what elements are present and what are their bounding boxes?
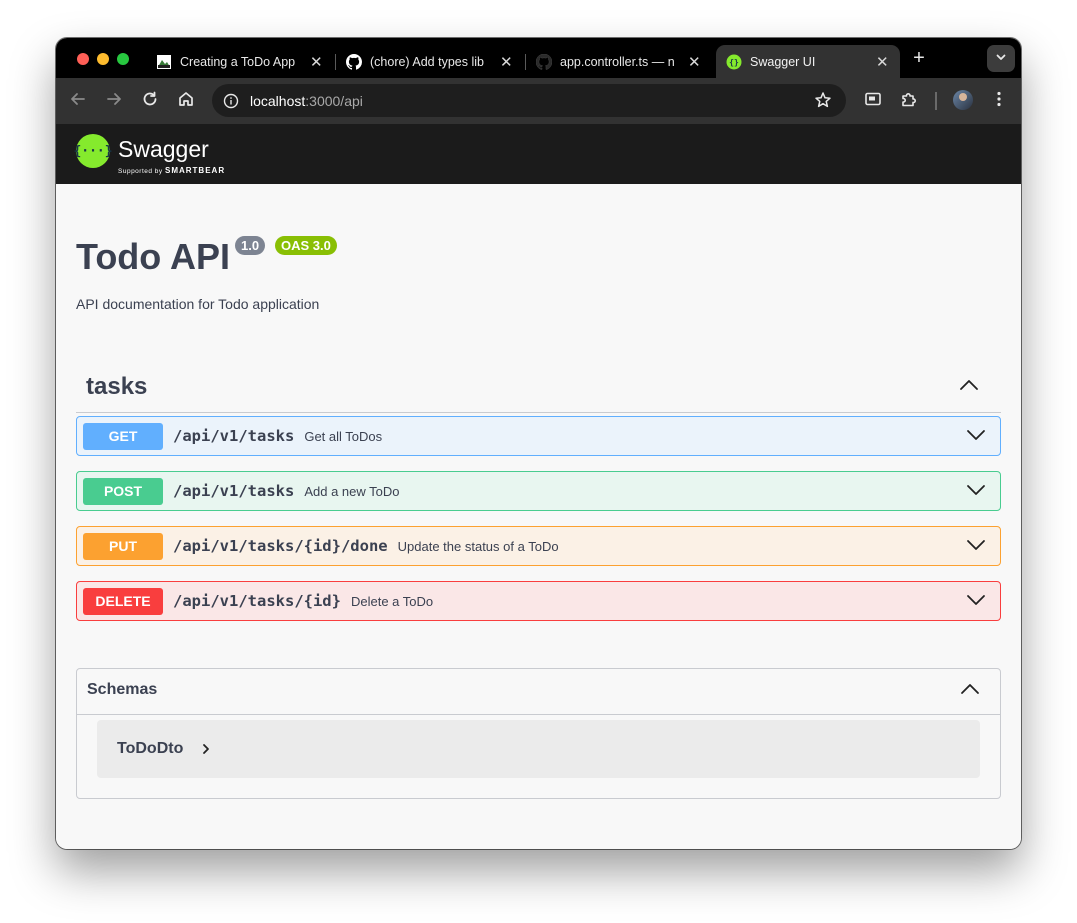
tab-title: Swagger UI [750, 54, 816, 69]
chevron-down-icon[interactable] [966, 428, 986, 447]
tab-title: app.controller.ts — n [560, 54, 675, 69]
tab-app-controller[interactable]: app.controller.ts — n ✕ [526, 45, 712, 78]
model-name: ToDoDto [117, 740, 184, 757]
puzzle-icon [900, 90, 918, 113]
avatar[interactable] [953, 90, 973, 110]
supported-by-smartbear: Supported by SMARTBEAR [118, 166, 225, 175]
operation-delete-task[interactable]: DELETE /api/v1/tasks/{id} Delete a ToDo [76, 581, 1001, 621]
address-bar[interactable]: localhost:3000/api [212, 84, 846, 117]
home-button[interactable] [175, 90, 197, 112]
api-description: API documentation for Todo application [76, 296, 320, 312]
bookmark-star-icon[interactable] [814, 91, 832, 114]
operation-summary: Get all ToDos [304, 428, 383, 444]
supported-by-text: Supported by [118, 168, 163, 175]
minimize-window-button[interactable] [97, 53, 109, 65]
close-icon[interactable]: ✕ [500, 53, 513, 71]
github-icon [536, 53, 552, 70]
chevron-down-icon [995, 50, 1007, 68]
zoom-window-button[interactable] [117, 53, 129, 65]
forward-button[interactable] [103, 90, 125, 112]
swagger-wordmark: Swagger [118, 136, 209, 162]
operation-summary: Update the status of a ToDo [397, 538, 559, 554]
chevron-up-icon[interactable] [959, 378, 979, 397]
picture-in-picture-button[interactable] [862, 90, 884, 112]
method-badge: POST [83, 477, 163, 505]
oas-badge: OAS 3.0 [275, 236, 337, 255]
tag-name: tasks [86, 373, 148, 400]
arrow-right-icon [105, 90, 123, 113]
swagger-favicon-icon: {} [726, 54, 742, 70]
schemas-header[interactable]: Schemas [77, 669, 1000, 715]
extensions-button[interactable] [898, 90, 920, 112]
browser-menu-button[interactable] [988, 90, 1010, 112]
schemas-title: Schemas [87, 681, 158, 698]
close-icon[interactable]: ✕ [688, 53, 701, 71]
browser-toolbar: localhost:3000/api [56, 78, 1021, 124]
tab-swagger-ui[interactable]: {} Swagger UI ✕ [716, 45, 900, 78]
browser-window: Creating a ToDo App ✕ (chore) Add types … [56, 38, 1021, 849]
toolbar-divider [935, 92, 937, 110]
chevron-right-icon[interactable] [201, 742, 211, 761]
more-vertical-icon [990, 90, 1008, 113]
operation-summary: Delete a ToDo [350, 593, 434, 609]
chevron-down-icon[interactable] [966, 538, 986, 557]
operation-path: /api/v1/tasks [173, 482, 295, 500]
operation-path: /api/v1/tasks [173, 427, 295, 445]
tab-title: Creating a ToDo App [180, 54, 296, 69]
tab-creating-todo-app[interactable]: Creating a ToDo App ✕ [146, 45, 334, 78]
tab-search-button[interactable] [987, 45, 1015, 72]
svg-text:{}: {} [729, 58, 739, 67]
model-tododto[interactable]: ToDoDto [97, 720, 980, 778]
chevron-down-icon[interactable] [966, 593, 986, 612]
tab-title: (chore) Add types lib [370, 54, 484, 69]
chevron-down-icon[interactable] [966, 483, 986, 502]
swagger-topbar: {···} Swagger Supported by SMARTBEAR [56, 124, 1021, 184]
operation-summary: Add a new ToDo [304, 483, 400, 499]
swagger-content: Todo API 1.0 OAS 3.0 API documentation f… [56, 184, 1021, 849]
new-tab-button[interactable]: + [907, 47, 931, 70]
tab-chore-add-types[interactable]: (chore) Add types lib ✕ [336, 45, 524, 78]
close-icon[interactable]: ✕ [310, 53, 323, 71]
operation-post-tasks[interactable]: POST /api/v1/tasks Add a new ToDo [76, 471, 1001, 511]
operation-put-task-done[interactable]: PUT /api/v1/tasks/{id}/done Update the s… [76, 526, 1001, 566]
chevron-up-icon[interactable] [960, 682, 980, 701]
operation-path: /api/v1/tasks/{id} [173, 592, 341, 610]
back-button[interactable] [67, 90, 89, 112]
method-badge: DELETE [83, 587, 163, 615]
operation-path: /api/v1/tasks/{id}/done [173, 537, 388, 555]
close-icon[interactable]: ✕ [876, 53, 889, 71]
method-badge: GET [83, 422, 163, 450]
method-badge: PUT [83, 532, 163, 560]
swagger-logo-icon[interactable]: {···} [73, 134, 113, 168]
operation-get-tasks[interactable]: GET /api/v1/tasks Get all ToDos [76, 416, 1001, 456]
tab-strip: Creating a ToDo App ✕ (chore) Add types … [56, 38, 1021, 78]
site-info-icon[interactable] [222, 92, 240, 110]
url-text: localhost:3000/api [250, 93, 363, 109]
picture-in-picture-icon [864, 90, 882, 113]
schemas-section: Schemas ToDoDto [76, 668, 1001, 799]
tag-section-tasks[interactable]: tasks [76, 360, 1001, 413]
version-badge: 1.0 [235, 236, 266, 255]
reload-button[interactable] [139, 90, 161, 112]
github-icon [346, 53, 362, 70]
url-path: :3000/api [305, 92, 363, 109]
app-favicon-icon [156, 54, 172, 70]
reload-icon [141, 90, 159, 113]
url-host: localhost [250, 92, 306, 109]
home-icon [177, 90, 195, 113]
smartbear-text: SMARTBEAR [164, 166, 226, 175]
page-title: Todo API [76, 236, 230, 277]
close-window-button[interactable] [77, 53, 89, 65]
arrow-left-icon [69, 90, 87, 113]
